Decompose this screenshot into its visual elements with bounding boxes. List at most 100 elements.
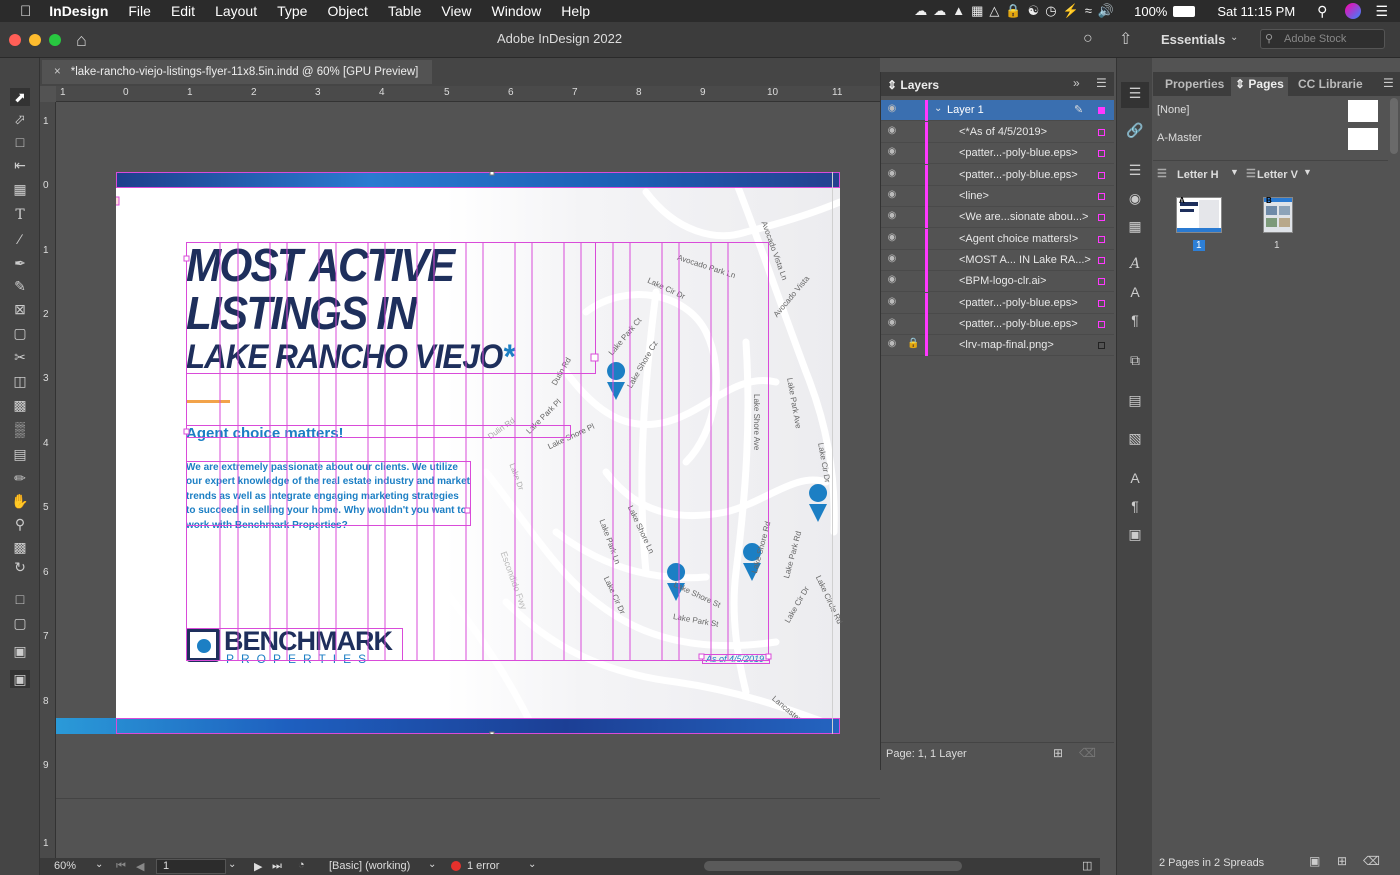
color-panel-icon[interactable]: ◉ [1125,190,1145,210]
preflight-icon[interactable]: ◔ [298,859,305,871]
gradient-feather-tool-icon[interactable]: ▒ [10,420,30,438]
swatches-panel-icon[interactable]: ▦ [1125,218,1145,238]
control-center-icon[interactable]: ☰ [1375,3,1388,20]
eye-icon[interactable]: ◉ [885,125,899,139]
selection-square[interactable] [1098,321,1105,328]
page-size-v[interactable]: Letter V [1257,169,1298,181]
note-tool-icon[interactable]: ▤ [10,445,30,463]
layers-panel-icon[interactable]: ☰ [1121,82,1149,108]
collapse-panel-icon[interactable]: » [1073,76,1080,90]
eye-icon[interactable]: ◉ [885,189,899,203]
document-canvas[interactable]: Avocado Vista Ln Avocado Park Ln Lake Ci… [56,102,880,858]
free-transform-tool-icon[interactable]: ◫ [10,372,30,390]
apple-icon[interactable]:  [20,3,31,20]
page-number-field[interactable]: 1 [156,859,226,874]
text-wrap-icon[interactable]: ▧ [1125,430,1145,450]
formatting-affects-icon[interactable]: □ [10,590,30,608]
preflight-profile[interactable]: [Basic] (working) [329,860,410,872]
selection-square[interactable] [1098,193,1105,200]
gap-tool-icon[interactable]: ⇤ [10,156,30,174]
error-count[interactable]: 1 error [467,860,499,872]
split-view-icon[interactable]: ◫ [1082,859,1092,872]
layer-item-row[interactable]: ◉ <line> [881,186,1114,207]
page-thumb-2[interactable]: B [1263,192,1293,233]
trash-icon[interactable]: ⌫ [1079,746,1096,760]
page-1-label[interactable]: 1 [1193,240,1205,251]
menu-help[interactable]: Help [561,3,590,19]
swap-fill-stroke-icon[interactable]: ↻ [10,558,30,576]
layer-item-row[interactable]: ◉ <Agent choice matters!> [881,229,1114,250]
paragraph-panel-icon[interactable]: ¶ [1125,312,1145,332]
fill-stroke-icon[interactable]: ▩ [10,538,30,556]
eye-icon[interactable]: ◉ [885,317,899,331]
a-master-row[interactable]: A-Master [1153,126,1388,152]
close-tab-icon[interactable]: × [54,66,61,78]
selection-tool-icon[interactable]: ⬈ [10,88,30,106]
eye-icon[interactable]: ◉ [885,146,899,160]
layer-item-row[interactable]: ◉ 🔒 <lrv-map-final.png> [881,335,1114,356]
selection-square[interactable] [1098,300,1105,307]
selection-square[interactable] [1098,236,1105,243]
selection-square[interactable] [1098,342,1105,349]
first-page-icon[interactable]: ⏮ [116,860,126,873]
expand-layer-chevron-icon[interactable]: ⌄ [934,103,942,114]
eye-icon[interactable]: ◉ [885,232,899,246]
zoom-window-button[interactable] [49,34,61,46]
selection-square[interactable] [1098,214,1105,221]
clock[interactable]: Sat 11:15 PM [1217,4,1295,19]
eye-icon[interactable]: ◉ [885,253,899,267]
home-icon[interactable]: ⌂ [76,30,87,51]
layer-item-row[interactable]: ◉ <MOST A... IN Lake RA...> [881,250,1114,271]
page-thumb-1[interactable]: A [1176,192,1222,233]
status-icons[interactable]: ☁☁▲▦△🔒☯◷⚡≈🔊 [914,3,1120,19]
pattern-bar-top[interactable] [116,172,840,188]
minimize-window-button[interactable] [29,34,41,46]
pen-tool-icon[interactable]: ✒ [10,254,30,272]
selection-square[interactable] [1098,150,1105,157]
new-page-icon[interactable]: ⊞ [1337,854,1347,868]
zoom-tool-icon[interactable]: ⚲ [10,515,30,533]
workspace-switcher[interactable]: Essentials [1161,32,1225,47]
type-tool-icon[interactable]: T [10,206,30,224]
character-panel-icon[interactable]: A [1125,284,1145,304]
eyedropper-tool-icon[interactable]: ✏ [10,469,30,487]
tab-properties[interactable]: Properties [1165,77,1224,91]
battery-percent[interactable]: 100% [1134,4,1167,19]
eye-icon[interactable]: ◉ [885,210,899,224]
none-master-row[interactable]: [None] [1153,98,1388,124]
pencil-tool-icon[interactable]: ✎ [10,277,30,295]
menu-table[interactable]: Table [388,3,421,19]
body-copy[interactable]: We are extremely passionate about our cl… [186,461,470,533]
align-panel-icon[interactable]: ▤ [1125,392,1145,412]
page-size-h-chevron-icon[interactable]: ▼ [1230,167,1239,177]
panel-menu-icon[interactable]: ☰ [1096,76,1107,90]
eye-icon[interactable]: ◉ [885,274,899,288]
date-note[interactable]: As of 4/5/2019 [706,654,764,664]
menu-layout[interactable]: Layout [215,3,257,19]
paragraph-styles-icon[interactable]: A [1125,470,1145,490]
last-page-icon[interactable]: ⏭ [272,860,282,873]
document-tab[interactable]: × *lake-rancho-viejo-listings-flyer-11x8.… [42,60,432,84]
close-window-button[interactable] [9,34,21,46]
tab-pages[interactable]: ⇕ Pages [1231,77,1288,96]
layers-tab[interactable]: ⇕ Layers [887,78,939,92]
content-collector-icon[interactable]: ▦ [10,180,30,198]
menu-type[interactable]: Type [277,3,307,19]
siri-icon[interactable] [1345,3,1362,19]
pattern-bar-bottom[interactable] [56,718,840,734]
menu-object[interactable]: Object [327,3,367,19]
accent-line[interactable] [186,400,230,403]
tab-cc-libraries[interactable]: CC Librarie [1298,77,1363,91]
profile-dropdown-chevron-icon[interactable]: ⌄ [428,859,436,870]
rectangle-tool-icon[interactable]: ▢ [10,324,30,342]
pages-scrollbar[interactable] [1390,98,1398,154]
page-dropdown-chevron-icon[interactable]: ⌄ [228,859,236,870]
gradient-tool-icon[interactable]: ▩ [10,396,30,414]
next-page-icon[interactable]: ▶ [254,860,262,873]
layer-item-row[interactable]: ◉ <*As of 4/5/2019> [881,122,1114,143]
spotlight-icon[interactable]: ⚲ [1317,3,1327,20]
headline-line-3[interactable]: LAKE RANCHO VIEJO* [186,338,515,377]
new-layer-icon[interactable]: ⊞ [1053,746,1063,760]
layer-item-row[interactable]: ◉ <We are...sionate abou...> [881,207,1114,228]
headline-line-2[interactable]: LISTINGS IN [186,286,417,340]
